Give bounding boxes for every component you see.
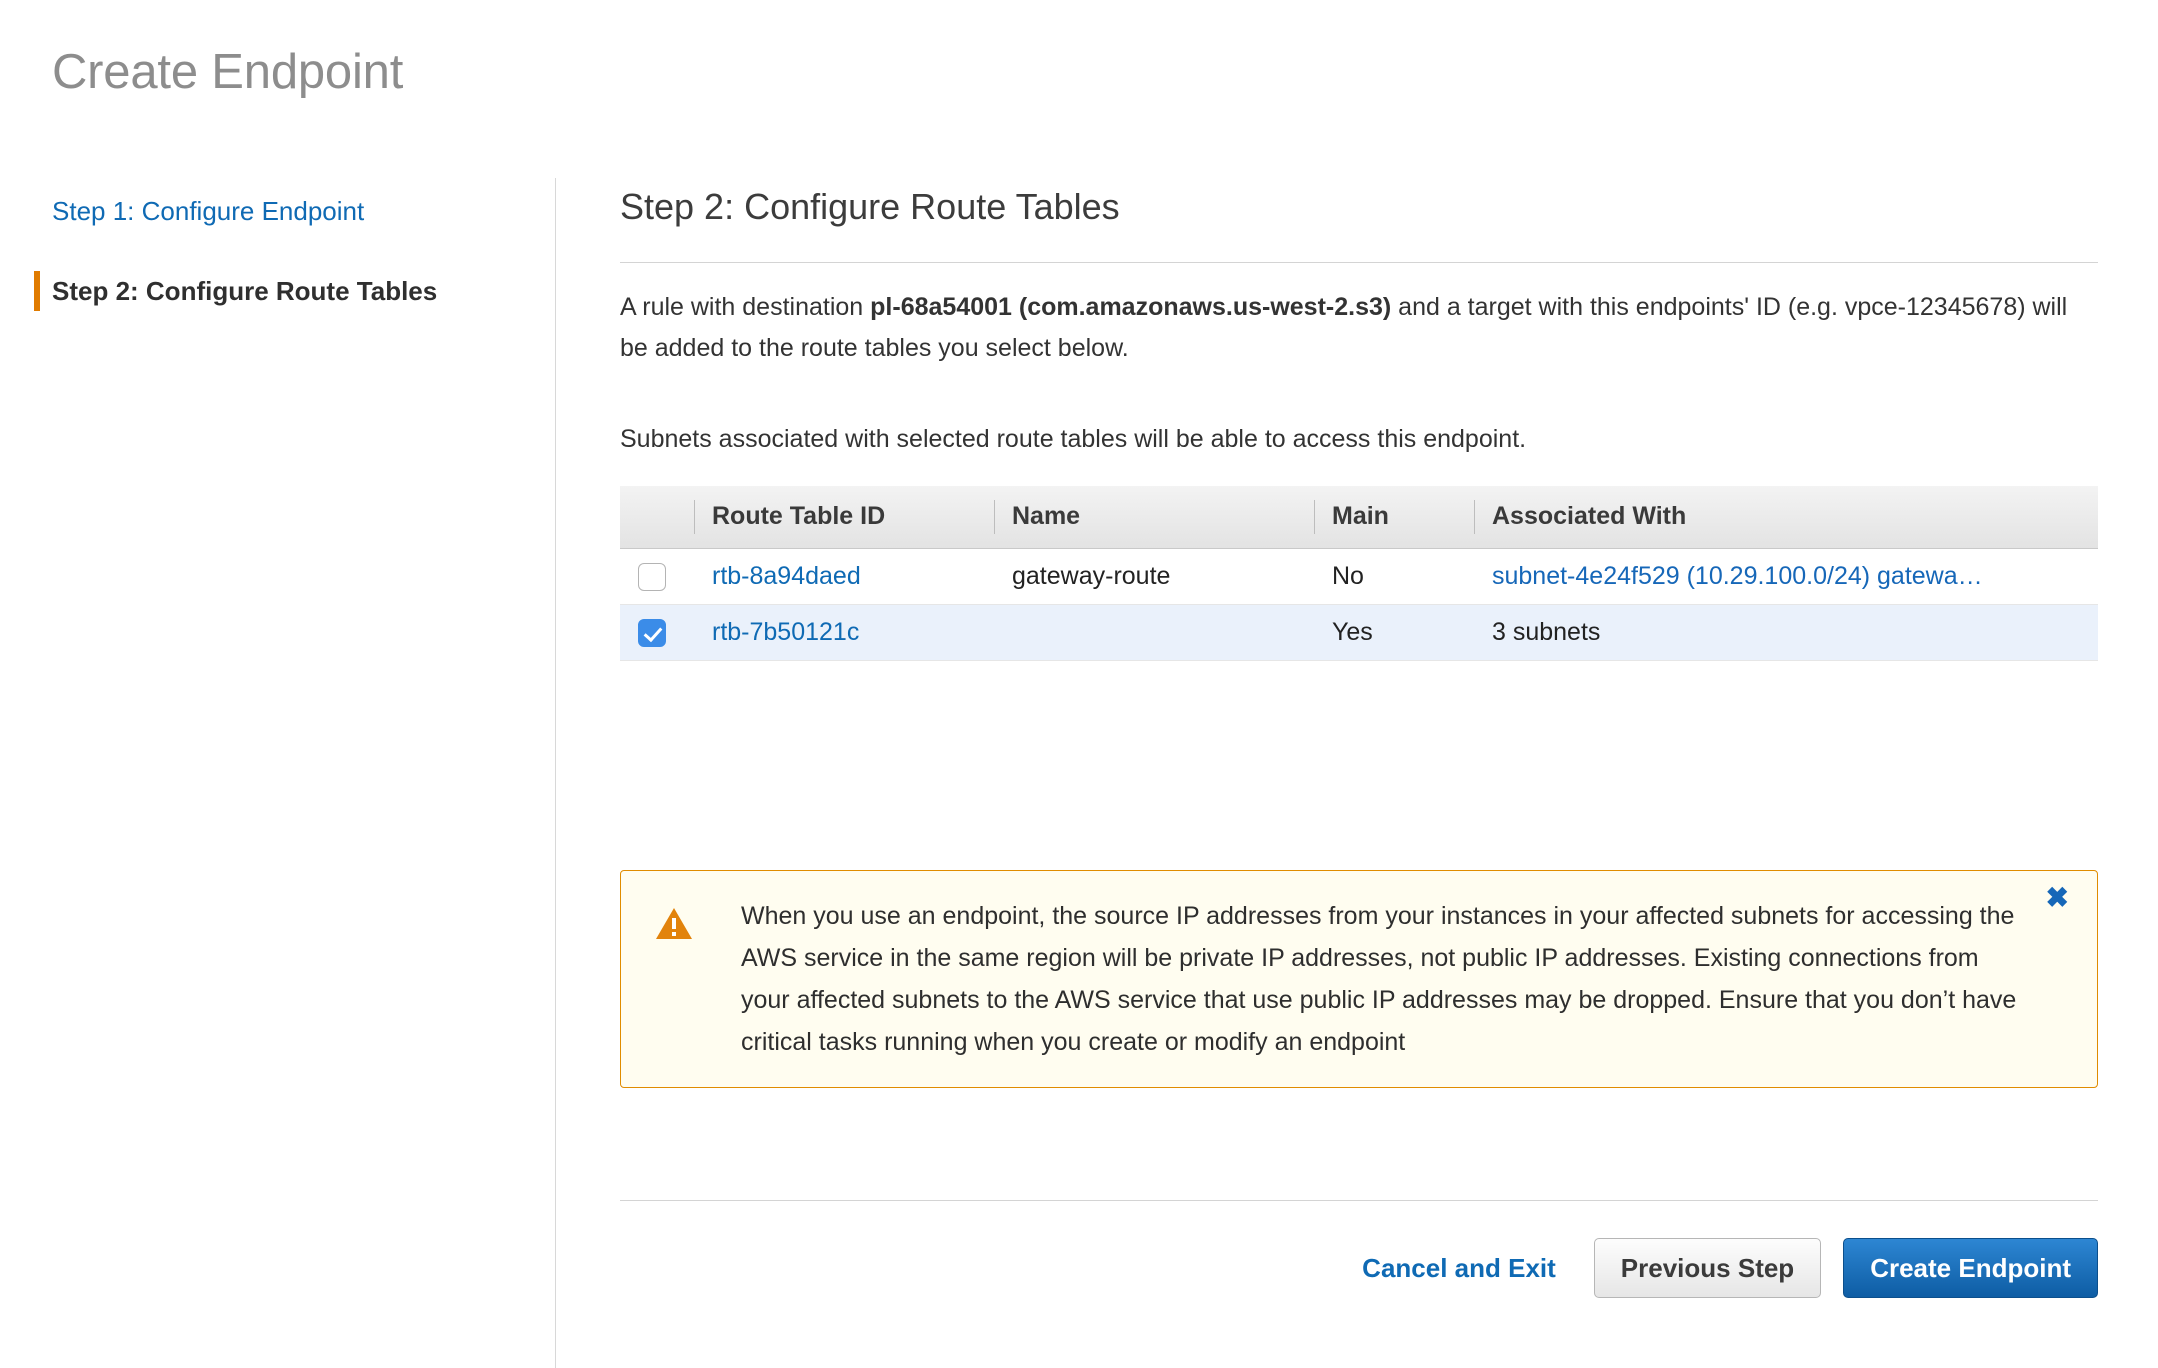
create-endpoint-wizard: Create Endpoint Step 1: Configure Endpoi… <box>0 0 2158 1368</box>
route-tables-table: Route Table ID Name Main Associated With… <box>620 486 2098 661</box>
cell-route-table-id[interactable]: rtb-8a94daed <box>694 548 994 605</box>
create-endpoint-button[interactable]: Create Endpoint <box>1843 1238 2098 1298</box>
row-checkbox-cell[interactable] <box>620 548 694 605</box>
close-icon[interactable]: ✖ <box>2040 883 2075 913</box>
warning-triangle-icon <box>655 907 693 941</box>
sidebar-item-step-2[interactable]: Step 2: Configure Route Tables <box>0 271 555 311</box>
row-checkbox[interactable] <box>638 618 666 647</box>
wizard-steps-sidebar: Step 1: Configure Endpoint Step 2: Confi… <box>0 178 556 1368</box>
current-step-marker <box>34 271 40 311</box>
sidebar-item-step-1[interactable]: Step 1: Configure Endpoint <box>0 195 555 227</box>
previous-step-button[interactable]: Previous Step <box>1593 1238 1822 1298</box>
table-header-row: Route Table ID Name Main Associated With <box>620 486 2098 549</box>
warning-alert-message: When you use an endpoint, the source IP … <box>741 902 2017 1056</box>
column-header-name[interactable]: Name <box>994 486 1314 549</box>
sidebar-item-step-1-label[interactable]: Step 1: Configure Endpoint <box>52 196 364 226</box>
route-table-id-link[interactable]: rtb-7b50121c <box>712 618 859 646</box>
cancel-and-exit-button[interactable]: Cancel and Exit <box>1346 1253 1572 1284</box>
table-row[interactable]: rtb-7b50121c Yes 3 subnets <box>620 604 2098 661</box>
column-header-associated-with[interactable]: Associated With <box>1474 486 2098 549</box>
rule-description: A rule with destination pl-68a54001 (com… <box>620 287 2070 369</box>
cell-route-table-id[interactable]: rtb-7b50121c <box>694 604 994 661</box>
main-content: Step 2: Configure Route Tables A rule wi… <box>556 0 2158 1368</box>
associated-subnet-link[interactable]: subnet-4e24f529 (10.29.100.0/24) gatewa… <box>1492 562 1983 590</box>
row-checkbox[interactable] <box>638 562 666 591</box>
subnets-description: Subnets associated with selected route t… <box>620 425 1527 453</box>
warning-alert: When you use an endpoint, the source IP … <box>620 870 2098 1088</box>
cell-associated-with: 3 subnets <box>1474 604 2098 661</box>
cell-name <box>994 604 1314 661</box>
column-header-main[interactable]: Main <box>1314 486 1474 549</box>
rule-description-prefix: A rule with destination <box>620 293 871 321</box>
heading-divider <box>620 262 2098 263</box>
cell-associated-with[interactable]: subnet-4e24f529 (10.29.100.0/24) gatewa… <box>1474 548 2098 605</box>
table-row[interactable]: rtb-8a94daed gateway-route No subnet-4e2… <box>620 548 2098 605</box>
step-heading: Step 2: Configure Route Tables <box>620 186 1120 227</box>
rule-prefix-list-id: pl-68a54001 (com.amazonaws.us-west-2.s3) <box>870 293 1392 321</box>
page-title: Create Endpoint <box>52 45 404 99</box>
footer-divider <box>620 1200 2098 1201</box>
cell-main: No <box>1314 548 1474 605</box>
row-checkbox-cell[interactable] <box>620 604 694 661</box>
column-header-select <box>620 486 694 549</box>
cell-main: Yes <box>1314 604 1474 661</box>
column-header-route-table-id[interactable]: Route Table ID <box>694 486 994 549</box>
wizard-actions: Cancel and Exit Previous Step Create End… <box>620 1238 2098 1298</box>
cell-name: gateway-route <box>994 548 1314 605</box>
route-table-id-link[interactable]: rtb-8a94daed <box>712 562 861 590</box>
sidebar-item-step-2-label: Step 2: Configure Route Tables <box>52 276 438 306</box>
